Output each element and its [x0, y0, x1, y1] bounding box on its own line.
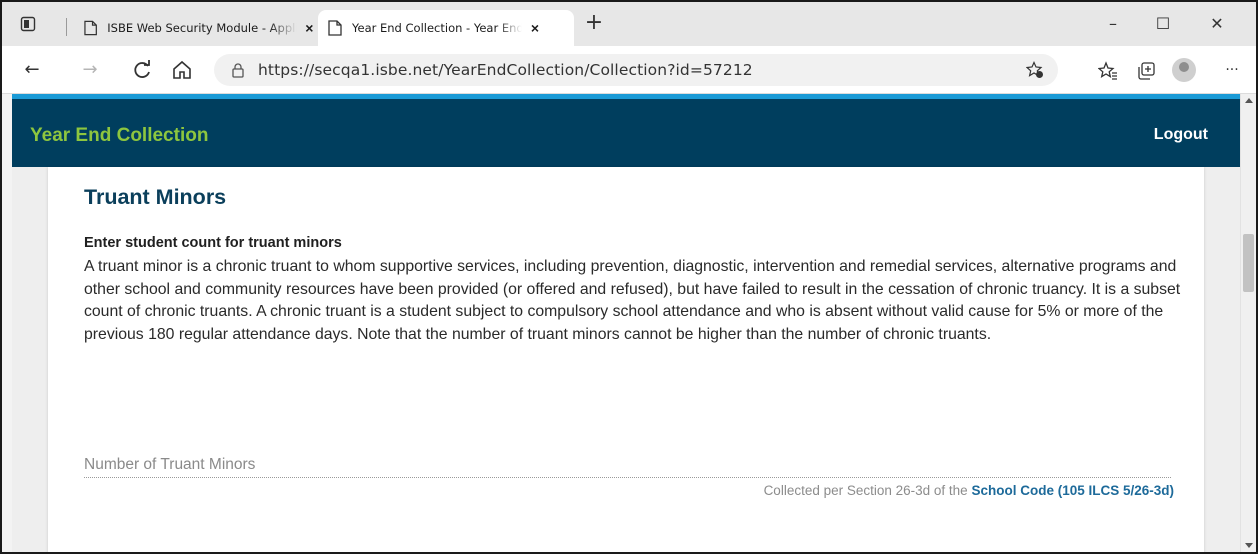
statute-note: Collected per Section 26-3d of the Schoo…	[764, 483, 1174, 498]
refresh-icon[interactable]	[130, 58, 154, 82]
favorites-icon[interactable]	[1098, 61, 1118, 81]
scrollbar-thumb[interactable]	[1243, 234, 1254, 292]
tab-title: Year End Collection - Year End Collectio…	[352, 21, 522, 35]
browser-window: ISBE Web Security Module - Application ×…	[0, 0, 1258, 554]
section-heading: Truant Minors	[84, 185, 227, 209]
more-menu-button[interactable]: ···	[1220, 58, 1244, 82]
tab-actions-icon[interactable]	[20, 16, 36, 32]
logout-link[interactable]: Logout	[1154, 126, 1208, 144]
tab-close-icon[interactable]: ×	[303, 21, 316, 35]
lock-icon[interactable]	[230, 62, 246, 78]
tab-close-icon[interactable]: ×	[528, 21, 542, 35]
minimize-button[interactable]: –	[1098, 12, 1128, 36]
school-code-link[interactable]: School Code (105 ILCS 5/26-3d)	[971, 483, 1174, 498]
page-icon	[84, 20, 97, 36]
address-bar[interactable]: https://secqa1.isbe.net/YearEndCollectio…	[214, 54, 1058, 86]
back-button[interactable]: ←	[20, 58, 44, 82]
tab-strip: ISBE Web Security Module - Application ×…	[2, 2, 1256, 46]
section-description: A truant minor is a chronic truant to wh…	[84, 258, 1181, 343]
tab-isbe-web-security[interactable]: ISBE Web Security Module - Application ×	[84, 10, 316, 46]
home-icon[interactable]	[170, 58, 194, 82]
app-title[interactable]: Year End Collection	[30, 125, 208, 147]
maximize-button[interactable]: ☐	[1148, 12, 1178, 36]
navigation-bar: ← → https://secqa1.isbe.net/YearEndColle…	[2, 46, 1256, 94]
collections-icon[interactable]	[1136, 61, 1156, 81]
vertical-scrollbar[interactable]	[1240, 94, 1256, 552]
truant-minors-field-label: Number of Truant Minors	[84, 456, 256, 473]
content-card: Truant Minors Enter student count for tr…	[48, 167, 1204, 552]
forward-button[interactable]: →	[78, 58, 102, 82]
close-window-button[interactable]: ✕	[1202, 12, 1232, 36]
page-icon	[328, 20, 342, 36]
tab-year-end-collection[interactable]: Year End Collection - Year End Collectio…	[318, 10, 574, 46]
truant-minors-input[interactable]	[84, 477, 1171, 478]
scroll-down-icon[interactable]	[1245, 543, 1253, 548]
tab-title: ISBE Web Security Module - Application	[107, 21, 297, 35]
statute-note-text: Collected per Section 26-3d of the	[763, 483, 972, 498]
url-text[interactable]: https://secqa1.isbe.net/YearEndCollectio…	[258, 61, 753, 79]
tab-separator	[66, 18, 67, 36]
scroll-up-icon[interactable]	[1245, 98, 1253, 103]
profile-avatar[interactable]	[1172, 58, 1196, 82]
add-favorite-icon[interactable]	[1026, 61, 1044, 79]
section-subheading: Enter student count for truant minors	[84, 235, 342, 251]
app-header: Year End Collection Logout	[12, 99, 1240, 167]
new-tab-button[interactable]: +	[584, 12, 604, 34]
